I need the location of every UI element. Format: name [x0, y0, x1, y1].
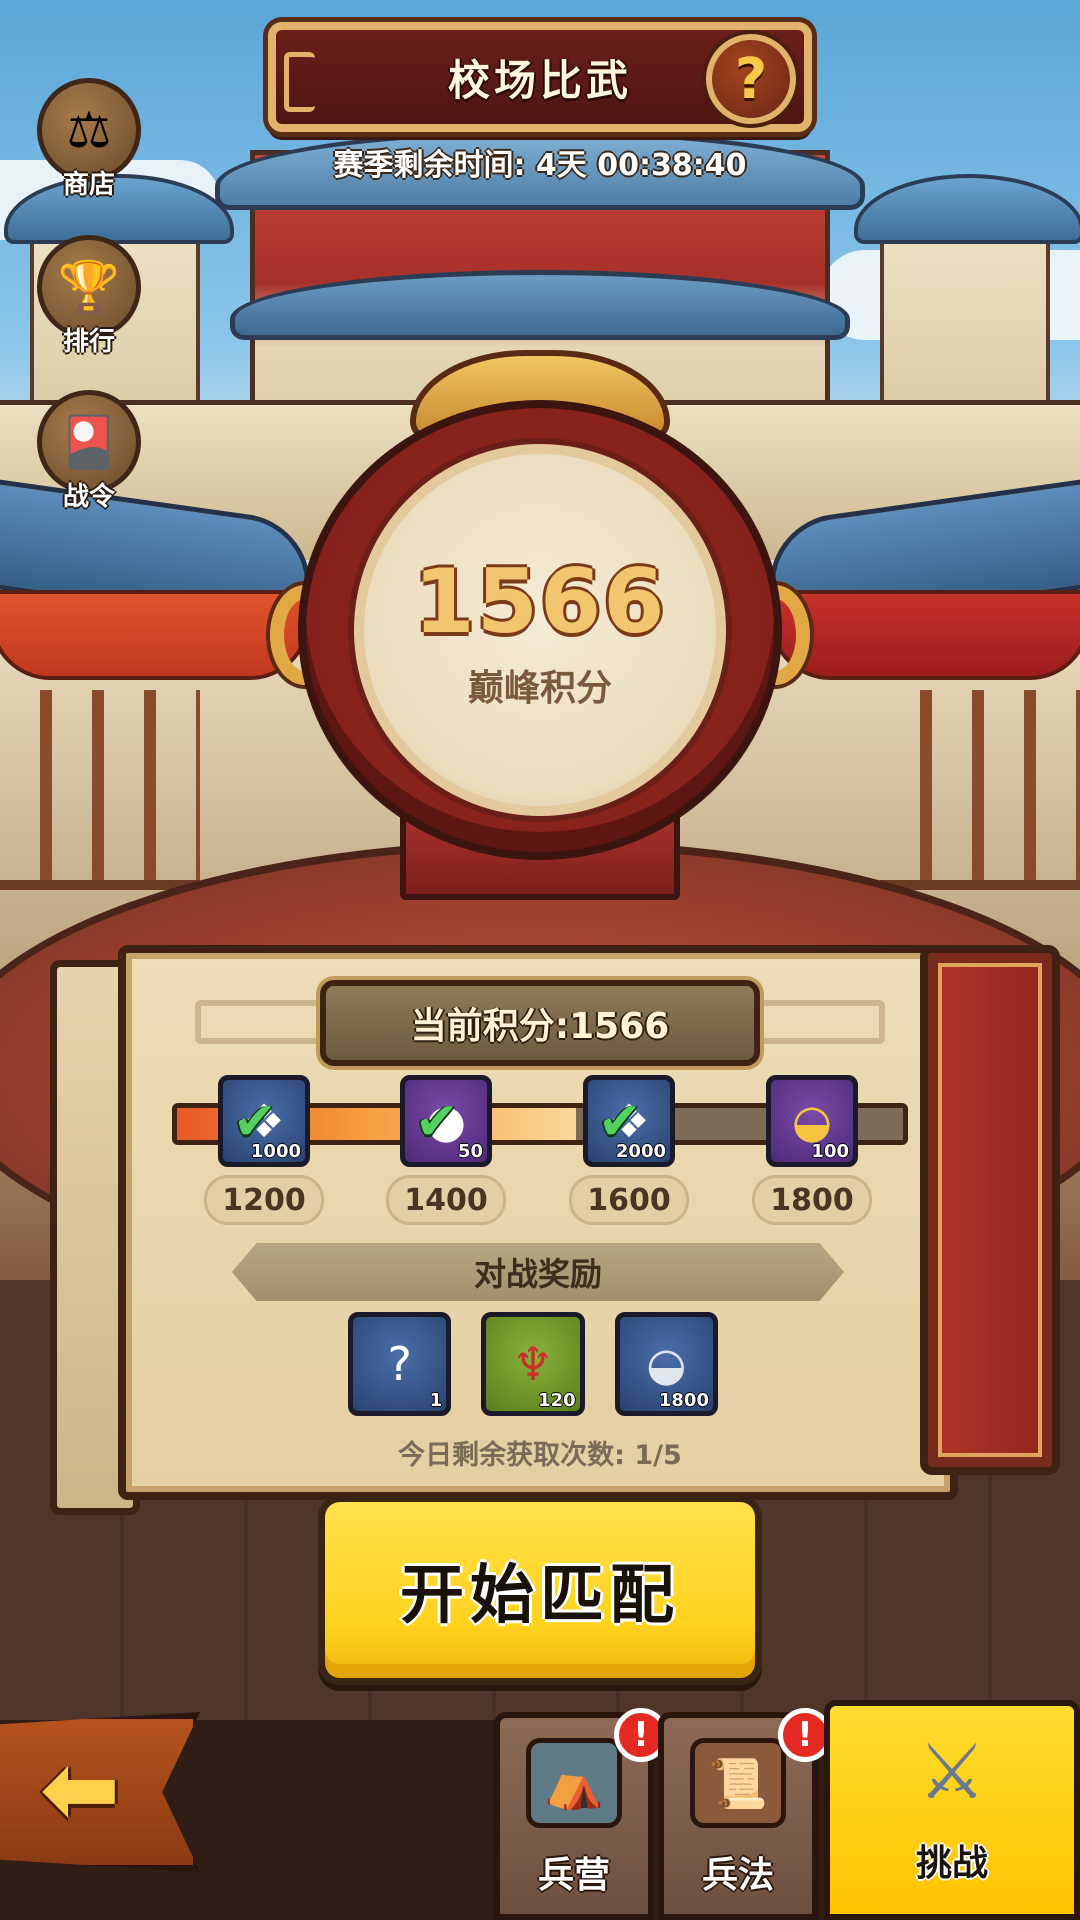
ranking-button[interactable]: 🏆 排行	[34, 235, 144, 365]
reward-quantity: 100	[811, 1141, 849, 1162]
remaining-attempts-text: 今日剩余获取次数: 1/5	[398, 1440, 682, 1471]
tab-label: 挑战	[915, 1843, 988, 1884]
drum-face: 1566 巅峰积分	[354, 444, 726, 816]
milestone-reward[interactable]: ● ✔ 50	[400, 1075, 492, 1167]
crossed-swords-icon: ⚔	[917, 1726, 987, 1816]
milestone-threshold: 1800	[752, 1175, 872, 1225]
tactics-icon: 📜	[690, 1738, 786, 1828]
panel-scroll-roller	[920, 945, 1060, 1475]
reward-quantity: 120	[538, 1390, 576, 1411]
seed-pouch-icon: ● ✔ 50	[400, 1075, 492, 1167]
jade-token-icon: ❖ ✔ 2000	[583, 1075, 675, 1167]
tab-challenge[interactable]: ⚔ 挑战	[824, 1700, 1080, 1920]
milestone-reward[interactable]: ❖ ✔ 1000	[218, 1075, 310, 1167]
start-match-button[interactable]: 开始匹配	[318, 1495, 762, 1685]
curtain-right	[770, 590, 1080, 680]
milestone-reward[interactable]: ❖ ✔ 2000	[583, 1075, 675, 1167]
jade-token-icon: ❖ ✔ 1000	[218, 1075, 310, 1167]
shop-label: 商店	[62, 170, 115, 200]
weapon-rack-left	[0, 690, 200, 890]
question-mark-icon: ?	[734, 46, 768, 112]
battle-pass-button[interactable]: 🎴 战令	[34, 390, 144, 520]
battle-rewards-title: 对战奖励	[232, 1243, 844, 1301]
battle-pass-label: 战令	[62, 482, 115, 512]
milestone-reward[interactable]: ◒ 100	[766, 1075, 858, 1167]
back-arrow-icon: ⬅	[39, 1733, 121, 1845]
claimed-check-icon: ✔	[415, 1092, 459, 1152]
milestone-threshold: 1200	[204, 1175, 324, 1225]
gold-ingot-icon: ◒ 100	[766, 1075, 858, 1167]
silver-ingot-icon[interactable]: ◒ 1800	[614, 1312, 718, 1416]
reward-quantity: 1800	[658, 1390, 709, 1411]
mystery-scroll-icon[interactable]: ? 1	[348, 1312, 452, 1416]
barracks-icon: ⛺	[526, 1738, 622, 1828]
reward-quantity: 1	[429, 1390, 443, 1411]
ranking-label: 排行	[62, 327, 115, 357]
current-score-plaque: 当前积分:1566	[320, 980, 760, 1066]
page-title: 校场比武	[447, 55, 632, 105]
milestone-threshold: 1400	[386, 1175, 506, 1225]
panel-ornament-left	[195, 1000, 325, 1044]
tab-label: 兵法	[701, 1855, 774, 1896]
shop-button[interactable]: ⚖ 商店	[34, 78, 144, 208]
tab-barracks[interactable]: ⛺ 兵营 !	[494, 1708, 668, 1920]
panel-ornament-right	[755, 1000, 885, 1044]
curtain-left	[0, 590, 310, 680]
season-remaining-time: 赛季剩余时间: 4天 00:38:40	[333, 148, 747, 183]
battle-rewards-list: ? 1 ♆ 120 ◒ 1800	[348, 1312, 718, 1416]
peak-score-value: 1566	[413, 549, 667, 653]
tab-tactics[interactable]: 📜 兵法 !	[658, 1708, 832, 1920]
reward-quantity: 50	[457, 1141, 483, 1162]
tab-label: 兵营	[537, 1855, 610, 1896]
score-drum: 1566 巅峰积分	[298, 400, 782, 860]
help-button[interactable]: ?	[706, 34, 796, 124]
reward-quantity: 1000	[250, 1141, 301, 1162]
gourd-icon[interactable]: ♆ 120	[481, 1312, 585, 1416]
peak-score-label: 巅峰积分	[467, 667, 612, 709]
milestone-threshold: 1600	[569, 1175, 689, 1225]
weapon-rack-right	[880, 690, 1080, 890]
reward-quantity: 2000	[615, 1141, 666, 1162]
